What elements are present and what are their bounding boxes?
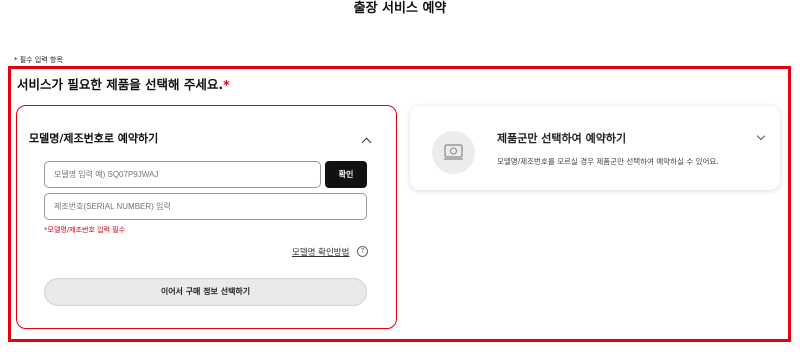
model-input[interactable] <box>44 161 321 188</box>
category-card-description: 모델명/제조번호를 모르실 경우 제품군만 선택하여 예약하실 수 있어요. <box>497 157 719 166</box>
page-title: 출장 서비스 예약 <box>353 1 447 16</box>
section-title-text: 서비스가 필요한 제품을 선택해 주세요. <box>17 77 224 92</box>
required-asterisk: * <box>223 77 230 92</box>
required-message: *모델명/제조번호 입력 필수 <box>44 226 126 234</box>
section-title: 서비스가 필요한 제품을 선택해 주세요.* <box>17 77 230 93</box>
required-note: * 필수 입력 항목 <box>14 56 63 64</box>
confirm-button[interactable]: 확인 <box>325 161 367 188</box>
help-icon[interactable]: ? <box>357 246 368 257</box>
next-button[interactable]: 이어서 구매 정보 선택하기 <box>44 278 367 306</box>
serial-input[interactable] <box>44 193 367 220</box>
how-to-check-model-link[interactable]: 모델명 확인방법 <box>292 246 349 258</box>
laptop-icon <box>432 131 475 174</box>
category-card-title[interactable]: 제품군만 선택하여 예약하기 <box>497 132 626 146</box>
model-card-title[interactable]: 모델명/제조번호로 예약하기 <box>29 132 158 146</box>
